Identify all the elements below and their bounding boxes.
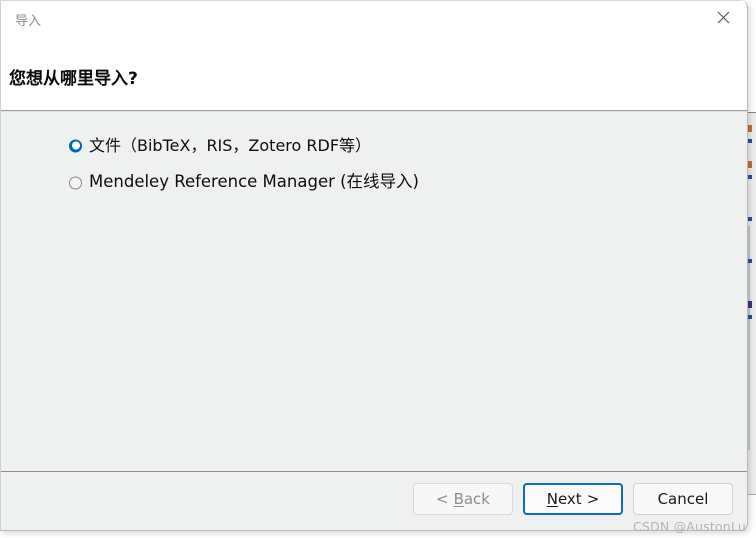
radio-option-file-label: 文件（BibTeX，RIS，Zotero RDF等） [89, 135, 372, 155]
dialog-header: 您想从哪里导入? [1, 37, 747, 111]
import-dialog: 导入 您想从哪里导入? 文件（BibTeX，RIS，Zotero RDF等） M… [0, 0, 748, 531]
dialog-titlebar[interactable]: 导入 [1, 1, 747, 37]
radio-option-mendeley[interactable]: Mendeley Reference Manager (在线导入) [1, 164, 747, 201]
dialog-title: 导入 [15, 14, 42, 29]
radio-icon-unselected[interactable] [69, 176, 82, 189]
import-source-radio-group: 文件（BibTeX，RIS，Zotero RDF等） Mendeley Refe… [1, 127, 747, 201]
next-button-accel: N [546, 490, 558, 508]
page-title: 您想从哪里导入? [9, 69, 138, 89]
radio-icon-selected[interactable] [69, 139, 82, 152]
cancel-button-label: Cancel [657, 490, 709, 508]
screen: 导入 您想从哪里导入? 文件（BibTeX，RIS，Zotero RDF等） M… [0, 0, 756, 538]
back-button[interactable]: < Back [413, 483, 513, 515]
next-button-suffix: > [586, 490, 600, 508]
back-button-label: ack [463, 490, 490, 508]
dialog-button-row: < Back Next > Cancel [413, 483, 733, 515]
back-button-accel: B [453, 490, 464, 508]
next-button[interactable]: Next > [523, 483, 623, 515]
watermark: CSDN @AustonLu [632, 519, 746, 534]
cancel-button[interactable]: Cancel [633, 483, 733, 515]
next-button-label: ext [557, 490, 582, 508]
radio-option-file[interactable]: 文件（BibTeX，RIS，Zotero RDF等） [1, 127, 747, 164]
close-icon [717, 11, 730, 24]
close-button[interactable] [701, 1, 745, 34]
import-dialog-inner: 导入 您想从哪里导入? 文件（BibTeX，RIS，Zotero RDF等） M… [0, 0, 747, 530]
dialog-body: 文件（BibTeX，RIS，Zotero RDF等） Mendeley Refe… [1, 111, 747, 471]
back-button-prefix: < [435, 490, 449, 508]
radio-option-mendeley-label: Mendeley Reference Manager (在线导入) [89, 172, 419, 192]
